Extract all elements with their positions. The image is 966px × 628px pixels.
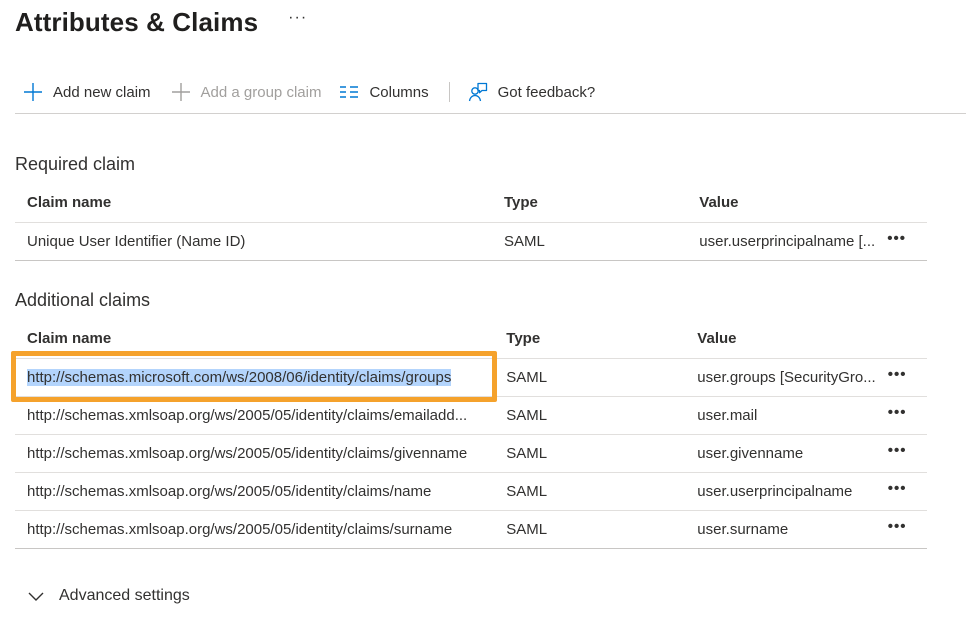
advanced-settings-toggle[interactable]: Advanced settings bbox=[26, 583, 190, 609]
additional-claims-heading: Additional claims bbox=[15, 290, 151, 310]
claim-type-cell: SAML bbox=[491, 222, 688, 261]
plus-icon bbox=[171, 82, 191, 102]
claim-value-cell: user.userprincipalname bbox=[685, 472, 888, 511]
claim-value-cell: user.surname bbox=[685, 510, 888, 549]
columns-icon bbox=[339, 82, 359, 102]
claim-name-cell[interactable]: Unique User Identifier (Name ID) bbox=[15, 222, 492, 261]
additional-claims-table: Claim name Type Value http://schemas.mic… bbox=[15, 320, 927, 549]
table-row[interactable]: http://schemas.microsoft.com/ws/2008/06/… bbox=[15, 358, 927, 397]
claim-value-cell: user.groups [SecurityGro... bbox=[685, 358, 888, 397]
column-header-actions bbox=[887, 320, 927, 359]
add-group-claim-button[interactable]: Add a group claim bbox=[163, 76, 330, 108]
columns-button[interactable]: Columns bbox=[331, 76, 436, 108]
row-more-button[interactable]: ••• bbox=[888, 366, 907, 383]
page-header: Attributes & Claims ··· bbox=[15, 4, 307, 40]
toolbar-divider bbox=[448, 82, 450, 102]
table-header-row: Claim name Type Value bbox=[15, 320, 927, 359]
page-more-button[interactable]: ··· bbox=[288, 9, 307, 27]
claim-name-cell[interactable]: http://schemas.xmlsoap.org/ws/2005/05/id… bbox=[15, 396, 495, 435]
required-claim-table: Claim name Type Value Unique User Identi… bbox=[15, 184, 927, 261]
add-new-claim-button[interactable]: Add new claim bbox=[15, 76, 159, 108]
column-header-value[interactable]: Value bbox=[685, 320, 888, 359]
feedback-icon bbox=[468, 82, 488, 102]
row-more-button[interactable]: ••• bbox=[888, 518, 907, 535]
toolbar-divider-line bbox=[15, 113, 966, 114]
claim-type-cell: SAML bbox=[494, 434, 686, 473]
row-more-button[interactable]: ••• bbox=[888, 404, 907, 421]
got-feedback-button[interactable]: Got feedback? bbox=[460, 76, 604, 108]
row-more-button[interactable]: ••• bbox=[887, 230, 906, 247]
claim-value-cell: user.mail bbox=[685, 396, 888, 435]
claim-type-cell: SAML bbox=[494, 358, 686, 397]
columns-label: Columns bbox=[369, 83, 429, 101]
claim-type-cell: SAML bbox=[494, 472, 686, 511]
page-title: Attributes & Claims bbox=[15, 6, 259, 37]
claim-name-cell[interactable]: http://schemas.microsoft.com/ws/2008/06/… bbox=[15, 358, 495, 397]
table-row[interactable]: http://schemas.xmlsoap.org/ws/2005/05/id… bbox=[15, 510, 927, 549]
advanced-settings-label: Advanced settings bbox=[59, 587, 190, 604]
column-header-type[interactable]: Type bbox=[491, 184, 688, 223]
claim-value-cell: user.givenname bbox=[685, 434, 888, 473]
claim-value-cell: user.userprincipalname [... bbox=[687, 222, 888, 261]
chevron-down-icon bbox=[26, 586, 46, 606]
row-more-button[interactable]: ••• bbox=[888, 480, 907, 497]
required-claim-heading: Required claim bbox=[15, 154, 136, 174]
row-more-button[interactable]: ••• bbox=[888, 442, 907, 459]
column-header-type[interactable]: Type bbox=[494, 320, 686, 359]
table-row[interactable]: Unique User Identifier (Name ID) SAML us… bbox=[15, 222, 927, 261]
claim-type-cell: SAML bbox=[494, 396, 686, 435]
claim-name-cell[interactable]: http://schemas.xmlsoap.org/ws/2005/05/id… bbox=[15, 510, 495, 549]
got-feedback-label: Got feedback? bbox=[497, 83, 596, 101]
table-row[interactable]: http://schemas.xmlsoap.org/ws/2005/05/id… bbox=[15, 472, 927, 511]
claim-type-cell: SAML bbox=[494, 510, 686, 549]
add-group-claim-label: Add a group claim bbox=[200, 83, 322, 101]
column-header-value[interactable]: Value bbox=[687, 184, 888, 223]
column-header-claim-name[interactable]: Claim name bbox=[15, 320, 495, 359]
column-header-actions bbox=[887, 184, 927, 223]
table-header-row: Claim name Type Value bbox=[15, 184, 927, 223]
plus-icon bbox=[23, 82, 43, 102]
table-row[interactable]: http://schemas.xmlsoap.org/ws/2005/05/id… bbox=[15, 396, 927, 435]
add-new-claim-label: Add new claim bbox=[53, 83, 151, 101]
column-header-claim-name[interactable]: Claim name bbox=[15, 184, 492, 223]
table-row[interactable]: http://schemas.xmlsoap.org/ws/2005/05/id… bbox=[15, 434, 927, 473]
command-bar: Add new claim Add a group claim Columns … bbox=[15, 76, 603, 108]
claim-name-cell[interactable]: http://schemas.xmlsoap.org/ws/2005/05/id… bbox=[15, 472, 495, 511]
selected-claim-text[interactable]: http://schemas.microsoft.com/ws/2008/06/… bbox=[27, 368, 452, 386]
claim-name-cell[interactable]: http://schemas.xmlsoap.org/ws/2005/05/id… bbox=[15, 434, 495, 473]
